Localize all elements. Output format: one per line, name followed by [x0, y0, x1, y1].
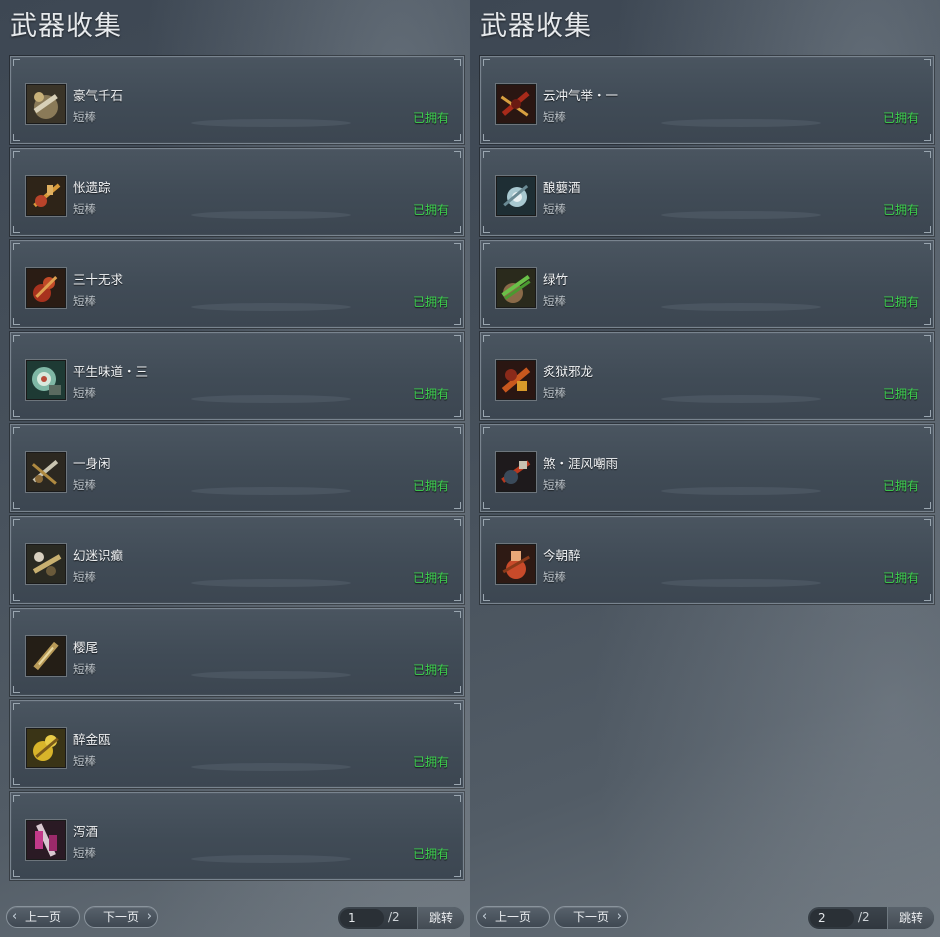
- silver-weapon-icon: [496, 176, 536, 216]
- next-page-label: 下一页: [572, 910, 609, 924]
- weapon-name: 云冲气举・一: [543, 88, 619, 103]
- disc-weapon-icon: [26, 360, 66, 400]
- owned-status: 已拥有: [412, 571, 449, 585]
- staff-weapon-icon: [26, 176, 66, 216]
- chevron-right-icon: ›: [616, 909, 622, 924]
- weapon-type: 短棒: [73, 478, 96, 492]
- owned-status: 已拥有: [882, 295, 919, 309]
- page-jump-control: 2 /2 跳转: [807, 906, 935, 930]
- weapon-card[interactable]: 绿竹 短棒 已拥有: [479, 239, 935, 329]
- collection-panel-page-2: 武器收集 云冲气举・一 短棒 已拥有 酿蘡酒 短棒 已拥有 绿竹 短棒 已拥有 …: [470, 0, 940, 937]
- ornate-weapon-icon: [26, 544, 66, 584]
- weapon-name: 醉金瓯: [73, 732, 111, 747]
- weapon-name: 樱尾: [73, 640, 99, 655]
- weapon-card[interactable]: 泻酒 短棒 已拥有: [9, 791, 465, 881]
- owned-status: 已拥有: [882, 203, 919, 217]
- weapon-type: 短棒: [73, 386, 96, 400]
- next-page-button[interactable]: 下一页 ›: [84, 906, 158, 928]
- weapon-card[interactable]: 樱尾 短棒 已拥有: [9, 607, 465, 697]
- gourd-weapon-icon: [26, 268, 66, 308]
- weapon-name: 煞・涯风嘲雨: [543, 456, 619, 471]
- weapon-type: 短棒: [543, 110, 566, 124]
- page-total: /2: [858, 910, 870, 924]
- prev-page-label: 上一页: [24, 910, 61, 924]
- panel-title: 武器收集: [10, 11, 122, 42]
- weapon-type: 短棒: [543, 386, 566, 400]
- jump-button[interactable]: 跳转: [887, 907, 934, 929]
- next-page-button[interactable]: 下一页 ›: [554, 906, 628, 928]
- weapon-type: 短棒: [543, 570, 566, 584]
- collection-panel-page-1: 武器收集 豪气千石 短棒 已拥有 怅遗踪 短棒 已拥有 三十无求 短棒 已拥有 …: [0, 0, 470, 937]
- owned-status: 已拥有: [412, 111, 449, 125]
- weapon-name: 今朝醉: [543, 548, 581, 563]
- owned-status: 已拥有: [882, 387, 919, 401]
- weapon-card[interactable]: 一身闲 短棒 已拥有: [9, 423, 465, 513]
- weapon-card[interactable]: 豪气千石 短棒 已拥有: [9, 55, 465, 145]
- tool-weapon-icon: [26, 452, 66, 492]
- weapon-type: 短棒: [543, 202, 566, 216]
- blade-weapon-icon: [26, 636, 66, 676]
- weapon-type: 短棒: [73, 662, 96, 676]
- page-number-input[interactable]: 2: [810, 909, 854, 927]
- owned-status: 已拥有: [412, 203, 449, 217]
- weapon-name: 泻酒: [73, 824, 99, 839]
- weapon-name: 平生味道・三: [73, 364, 149, 379]
- weapon-name: 酿蘡酒: [543, 180, 581, 195]
- weapon-type: 短棒: [73, 570, 96, 584]
- owned-status: 已拥有: [412, 847, 449, 861]
- weapon-type: 短棒: [73, 754, 96, 768]
- weapon-type: 短棒: [73, 846, 96, 860]
- owned-status: 已拥有: [882, 571, 919, 585]
- page-total: /2: [388, 910, 400, 924]
- weapon-name: 豪气千石: [73, 88, 124, 103]
- weapon-type: 短棒: [73, 110, 96, 124]
- prev-page-label: 上一页: [494, 910, 531, 924]
- weapon-type: 短棒: [543, 294, 566, 308]
- weapon-card[interactable]: 平生味道・三 短棒 已拥有: [9, 331, 465, 421]
- next-page-label: 下一页: [102, 910, 139, 924]
- weapon-name: 一身闲: [73, 456, 111, 471]
- weapon-name: 三十无求: [73, 272, 124, 287]
- weapon-name: 幻迷识癫: [73, 548, 124, 563]
- owned-status: 已拥有: [882, 111, 919, 125]
- weapon-name: 绿竹: [543, 272, 569, 287]
- dragon-weapon-icon: [496, 360, 536, 400]
- owned-status: 已拥有: [412, 479, 449, 493]
- weapon-card[interactable]: 炙狱邪龙 短棒 已拥有: [479, 331, 935, 421]
- page-number-input[interactable]: 1: [340, 909, 384, 927]
- bamboo-weapon-icon: [496, 268, 536, 308]
- page-jump-control: 1 /2 跳转: [337, 906, 465, 930]
- owned-status: 已拥有: [412, 755, 449, 769]
- red-staff-icon: [496, 84, 536, 124]
- weapon-name: 怅遗踪: [73, 180, 111, 195]
- owned-status: 已拥有: [412, 663, 449, 677]
- weapon-card[interactable]: 幻迷识癫 短棒 已拥有: [9, 515, 465, 605]
- weapon-card[interactable]: 云冲气举・一 短棒 已拥有: [479, 55, 935, 145]
- owned-status: 已拥有: [412, 387, 449, 401]
- dark-weapon-icon: [496, 452, 536, 492]
- owned-status: 已拥有: [412, 295, 449, 309]
- weapon-card[interactable]: 煞・涯风嘲雨 短棒 已拥有: [479, 423, 935, 513]
- weapon-card[interactable]: 三十无求 短棒 已拥有: [9, 239, 465, 329]
- weapon-name: 炙狱邪龙: [543, 364, 594, 379]
- wine-staff-icon: [26, 820, 66, 860]
- prev-page-button[interactable]: ‹ 上一页: [476, 906, 550, 928]
- chevron-right-icon: ›: [146, 909, 152, 924]
- weapon-type: 短棒: [543, 478, 566, 492]
- chevron-left-icon: ‹: [482, 909, 488, 924]
- weapon-card[interactable]: 酿蘡酒 短棒 已拥有: [479, 147, 935, 237]
- owned-status: 已拥有: [882, 479, 919, 493]
- weapon-card[interactable]: 怅遗踪 短棒 已拥有: [9, 147, 465, 237]
- axe-weapon-icon: [26, 84, 66, 124]
- weapon-card[interactable]: 今朝醉 短棒 已拥有: [479, 515, 935, 605]
- prev-page-button[interactable]: ‹ 上一页: [6, 906, 80, 928]
- jump-button[interactable]: 跳转: [417, 907, 464, 929]
- panel-title: 武器收集: [480, 11, 592, 42]
- golden-weapon-icon: [26, 728, 66, 768]
- weapon-type: 短棒: [73, 202, 96, 216]
- weapon-type: 短棒: [73, 294, 96, 308]
- chevron-left-icon: ‹: [12, 909, 18, 924]
- weapon-card[interactable]: 醉金瓯 短棒 已拥有: [9, 699, 465, 789]
- wine-gourd-icon: [496, 544, 536, 584]
